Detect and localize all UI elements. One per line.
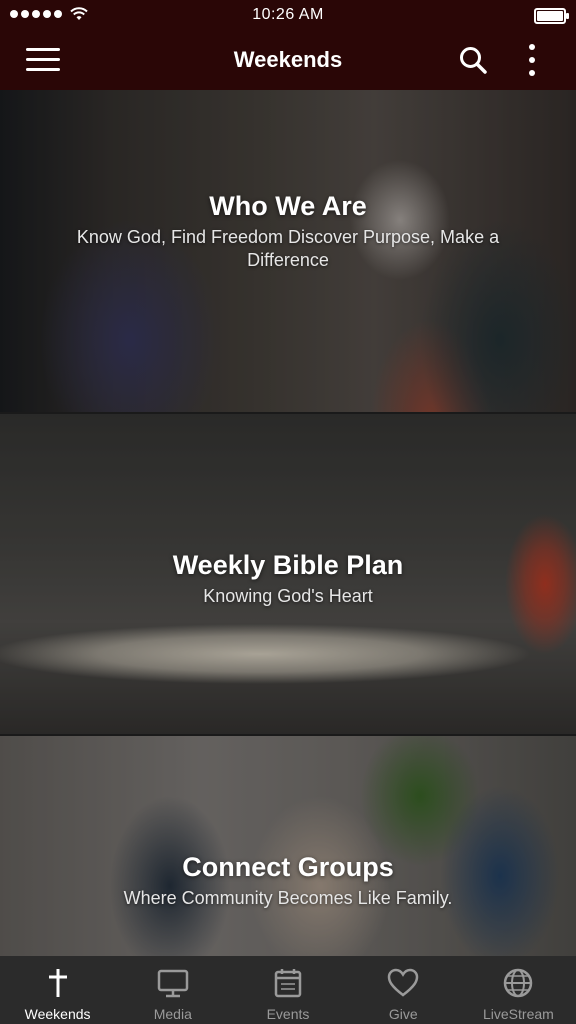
status-bar: 10:26 AM [0, 0, 576, 30]
card-subtitle: Where Community Becomes Like Family. [123, 888, 453, 908]
search-button[interactable] [458, 45, 488, 75]
menu-button[interactable] [26, 48, 60, 72]
battery-icon [534, 8, 569, 24]
heart-icon [387, 968, 419, 997]
hamburger-icon [26, 48, 60, 51]
signal-strength-icon [10, 10, 62, 18]
cross-icon [48, 969, 67, 997]
tab-label: Weekends [24, 1006, 91, 1022]
card-subtitle: Know God, Find Freedom Discover Purpose,… [76, 226, 500, 270]
app-bar: Weekends [0, 30, 576, 90]
calendar-icon [274, 969, 302, 998]
tab-label: Events [266, 1006, 310, 1022]
card-who-we-are[interactable]: Who We Are Know God, Find Freedom Discov… [0, 90, 576, 412]
more-vertical-icon [529, 44, 535, 50]
search-icon [460, 47, 487, 74]
card-connect-groups[interactable]: Connect Groups Where Community Becomes L… [0, 736, 576, 956]
globe-icon [504, 968, 533, 998]
tab-label: Give [388, 1006, 418, 1022]
status-left [10, 7, 88, 21]
tab-weekends[interactable]: Weekends [0, 956, 115, 1024]
tab-livestream[interactable]: LiveStream [461, 956, 576, 1024]
card-weekly-bible-plan[interactable]: Weekly Bible Plan Knowing God's Heart [0, 414, 576, 734]
page-title: Weekends [233, 47, 343, 72]
tab-label: LiveStream [483, 1006, 554, 1022]
tab-give[interactable]: Give [346, 956, 461, 1024]
status-time: 10:26 AM [252, 6, 324, 23]
tab-label: Media [153, 1006, 192, 1022]
wifi-icon [70, 7, 88, 20]
card-title: Connect Groups [182, 852, 394, 882]
tab-media[interactable]: Media [115, 956, 230, 1024]
tab-bar: Weekends Media Events Give LiveStream [0, 956, 576, 1024]
tab-events[interactable]: Events [230, 956, 345, 1024]
card-title: Who We Are [209, 190, 367, 221]
card-subtitle: Knowing God's Heart [203, 586, 373, 606]
more-options-button[interactable] [522, 44, 542, 76]
card-title: Weekly Bible Plan [172, 550, 404, 580]
monitor-icon [157, 969, 189, 998]
